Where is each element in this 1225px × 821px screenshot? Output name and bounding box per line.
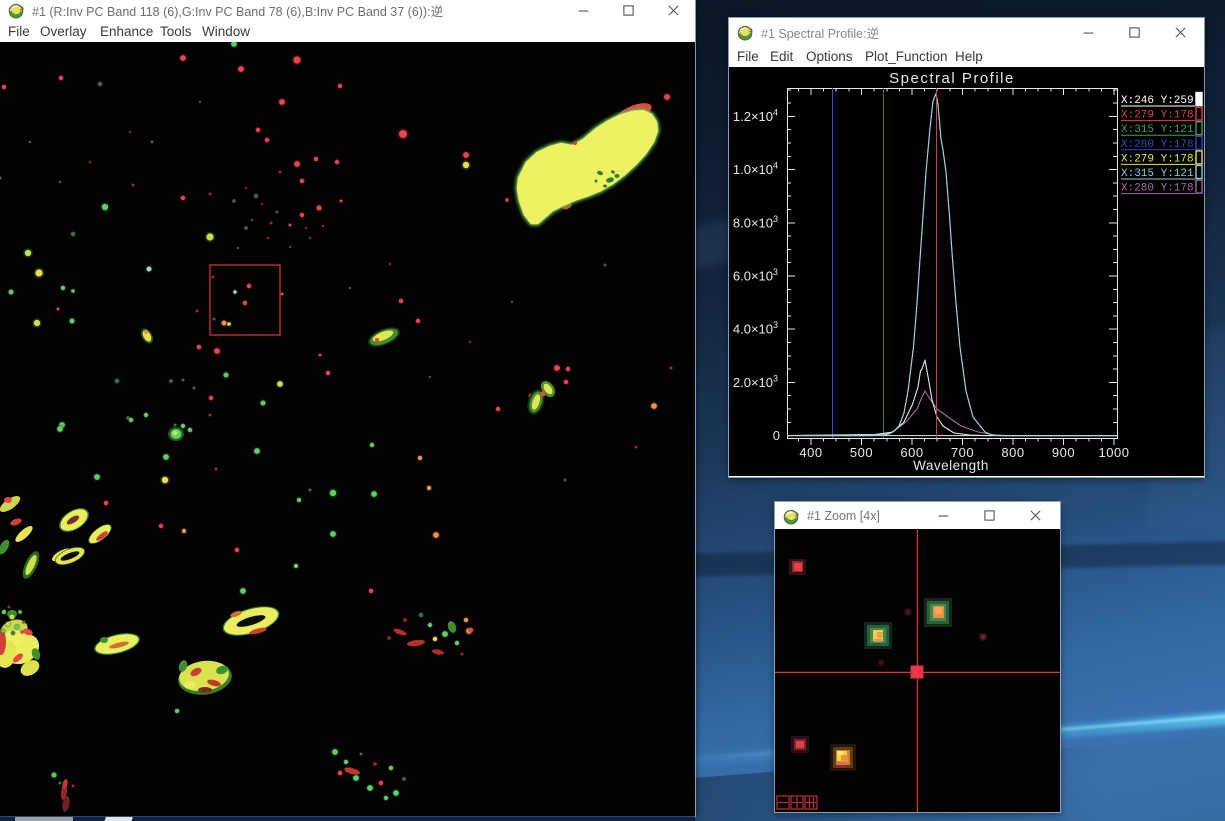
svg-text:Spectral Profile: Spectral Profile <box>889 70 1015 87</box>
svg-text:3: 3 <box>773 373 778 383</box>
svg-text:1.2×10: 1.2×10 <box>733 109 773 124</box>
svg-text:X:246 Y:259: X:246 Y:259 <box>1121 95 1194 107</box>
svg-text:X:315 Y:121: X:315 Y:121 <box>1121 168 1194 180</box>
svg-text:800: 800 <box>1001 445 1024 460</box>
svg-text:2.0×10: 2.0×10 <box>733 375 773 390</box>
svg-text:3: 3 <box>773 267 778 277</box>
svg-text:1.0×10: 1.0×10 <box>733 162 773 177</box>
svg-text:4: 4 <box>773 161 778 171</box>
svg-text:6.0×10: 6.0×10 <box>733 269 773 284</box>
svg-text:3: 3 <box>773 320 778 330</box>
svg-text:900: 900 <box>1052 445 1075 460</box>
svg-text:8.0×10: 8.0×10 <box>733 215 773 230</box>
svg-text:X:280 Y:178: X:280 Y:178 <box>1121 183 1194 195</box>
svg-text:4: 4 <box>773 107 778 117</box>
svg-text:0: 0 <box>773 428 780 443</box>
svg-text:500: 500 <box>850 445 873 460</box>
svg-text:Wavelength: Wavelength <box>913 458 989 473</box>
svg-text:X:279 Y:178: X:279 Y:178 <box>1121 153 1194 165</box>
svg-text:4.0×10: 4.0×10 <box>733 322 773 337</box>
svg-text:3: 3 <box>773 214 778 224</box>
svg-text:X:315 Y:121: X:315 Y:121 <box>1121 124 1194 136</box>
svg-text:X:280 Y:178: X:280 Y:178 <box>1121 139 1194 151</box>
svg-text:X:279 Y:178: X:279 Y:178 <box>1121 110 1194 122</box>
svg-text:1000: 1000 <box>1099 445 1130 460</box>
svg-text:400: 400 <box>799 445 822 460</box>
